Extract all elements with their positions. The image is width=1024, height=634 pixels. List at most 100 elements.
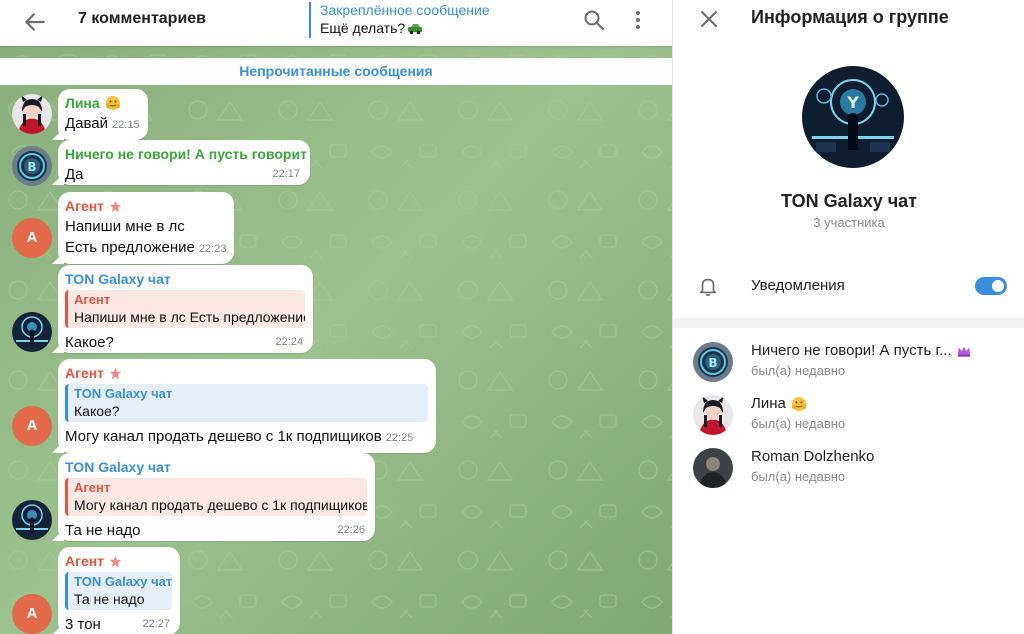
svg-text:Y: Y xyxy=(846,93,859,112)
member-name: Ничего не говори! А пусть г... xyxy=(751,342,971,359)
message-bubble[interactable]: TON Galaxy чат Агент Могу канал продать … xyxy=(58,453,375,541)
coin-avatar-image xyxy=(693,342,733,382)
close-icon[interactable] xyxy=(697,7,721,31)
hug-emoji-icon xyxy=(791,396,807,412)
sender-name-text: Лина xyxy=(65,95,100,111)
reply-text: Могу канал продать дешево с 1к подпищико… xyxy=(74,497,367,513)
avatar xyxy=(693,342,733,382)
message-text: Та не надо xyxy=(65,522,141,539)
message-time: 22:17 xyxy=(272,168,300,180)
message-time: 22:25 xyxy=(385,432,414,444)
reply-quote[interactable]: TON Galaxy чат Та не надо xyxy=(65,572,172,610)
back-arrow-icon[interactable] xyxy=(22,9,48,35)
reply-quote[interactable]: Агент Могу канал продать дешево с 1к под… xyxy=(65,478,367,516)
message-bubble[interactable]: Агент TON Galaxy чат Какое? Могу канал п… xyxy=(58,359,436,453)
message-bubble[interactable]: TON Galaxy чат Агент Напиши мне в лс Ест… xyxy=(58,265,313,353)
comments-count-title: 7 комментариев xyxy=(78,10,207,27)
sender-name-text: Ничего не говори! А пусть говорит xyxy=(65,146,307,162)
more-vertical-icon[interactable] xyxy=(626,8,650,32)
sender-name[interactable]: TON Galaxy чат xyxy=(65,457,367,477)
avatar[interactable] xyxy=(12,94,52,134)
sender-name[interactable]: Агент xyxy=(65,363,428,383)
notifications-label: Уведомления xyxy=(751,277,845,294)
members-count: 3 участника xyxy=(813,215,885,230)
sender-name[interactable]: Лина xyxy=(65,93,140,113)
group-avatar[interactable]: Y xyxy=(802,66,904,168)
message-text: Да xyxy=(65,166,84,183)
avatar[interactable]: A xyxy=(12,218,52,258)
section-divider xyxy=(673,318,1024,328)
message-bubble[interactable]: Лина Давай 22:15 xyxy=(58,89,148,140)
reply-author: TON Galaxy чат xyxy=(74,574,172,589)
sender-name[interactable]: Ничего не говори! А пусть говорит xyxy=(65,144,307,164)
avatar xyxy=(693,395,733,435)
message-bubble[interactable]: Агент Напиши мне в лс Есть предложение 22… xyxy=(58,192,235,264)
notifications-row[interactable]: Уведомления xyxy=(673,266,1024,306)
pinned-message[interactable]: Закреплённое сообщение Ещё делать? xyxy=(309,2,559,38)
pinned-message-body: Ещё делать? xyxy=(320,20,406,36)
coin-avatar-image xyxy=(12,146,52,186)
reply-quote[interactable]: TON Galaxy чат Какое? xyxy=(65,384,428,422)
message-body: Есть предложение xyxy=(65,239,195,256)
sender-name-text: Агент xyxy=(65,198,105,214)
message-text: Давай 22:15 xyxy=(65,113,140,136)
member-item[interactable]: Roman Dolzhenko был(а) недавно xyxy=(673,442,1024,494)
sender-name[interactable]: Агент xyxy=(65,551,172,571)
search-icon[interactable] xyxy=(582,8,606,32)
member-status: был(а) недавно xyxy=(751,469,846,484)
avatar[interactable] xyxy=(12,312,52,352)
message-text-line: Напиши мне в лс xyxy=(65,218,185,235)
chat-pane: 7 комментариев Закреплённое сообщение Ещ… xyxy=(0,0,672,634)
message-body: Могу канал продать дешево с 1к подпищико… xyxy=(65,428,382,445)
star-emoji-icon xyxy=(109,555,122,568)
group-name: TON Galaxy чат xyxy=(781,191,917,211)
message-time: 22:24 xyxy=(275,336,303,348)
ton-galaxy-avatar-image xyxy=(12,312,52,352)
reply-text: Какое? xyxy=(74,403,120,419)
member-item[interactable]: Лина был(а) недавно xyxy=(673,389,1024,441)
avatar[interactable] xyxy=(12,500,52,540)
group-avatar-image: Y xyxy=(802,66,904,168)
sender-name[interactable]: Агент xyxy=(65,196,226,216)
avatar xyxy=(693,448,733,488)
notifications-toggle[interactable] xyxy=(975,277,1007,295)
hug-emoji-icon xyxy=(105,95,121,111)
message-time: 22:23 xyxy=(198,243,227,255)
message-text: Какое? xyxy=(65,334,114,351)
sender-name[interactable]: TON Galaxy чат xyxy=(65,269,305,289)
reply-author: TON Galaxy чат xyxy=(74,386,173,401)
lina-avatar-image xyxy=(693,395,733,435)
panel-title: Информация о группе xyxy=(751,7,949,27)
member-name-text: Ничего не говори! А пусть г... xyxy=(751,342,952,359)
reply-text: Та не надо xyxy=(74,591,145,607)
member-status: был(а) недавно xyxy=(751,416,846,431)
reply-author: Агент xyxy=(74,292,111,307)
message-bubble[interactable]: Ничего не говори! А пусть говорит Да 22:… xyxy=(58,140,310,185)
group-info-panel: Информация о группе Y TON Galaxy чат 3 у… xyxy=(672,0,1024,634)
message-bubble[interactable]: Агент TON Galaxy чат Та не надо 3 тон 22… xyxy=(58,547,180,634)
car-emoji-icon xyxy=(407,20,423,36)
avatar[interactable]: A xyxy=(12,406,52,446)
message-text: Могу канал продать дешево с 1к подпищико… xyxy=(65,426,428,449)
member-item[interactable]: Ничего не говори! А пусть г... был(а) не… xyxy=(673,336,1024,388)
reply-quote[interactable]: Агент Напиши мне в лс Есть предложение xyxy=(65,290,305,328)
chat-header: 7 комментариев Закреплённое сообщение Ещ… xyxy=(0,0,672,46)
member-name: Roman Dolzhenko xyxy=(751,448,875,465)
toggle-knob xyxy=(990,278,1006,294)
crown-emoji-icon xyxy=(957,344,971,358)
star-emoji-icon xyxy=(109,367,122,380)
reply-author: Агент xyxy=(74,480,111,495)
message-time: 22:27 xyxy=(142,618,170,630)
reply-text: Напиши мне в лс Есть предложение xyxy=(74,309,305,325)
avatar[interactable]: A xyxy=(12,594,52,634)
message-time: 22:26 xyxy=(337,524,365,536)
avatar[interactable] xyxy=(12,146,52,186)
sender-name-text: Агент xyxy=(65,365,105,381)
star-emoji-icon xyxy=(109,200,122,213)
pinned-message-text: Ещё делать? xyxy=(320,19,559,37)
unread-messages-divider: Непрочитанные сообщения xyxy=(0,58,672,85)
lina-avatar-image xyxy=(12,94,52,134)
sender-name-text: Агент xyxy=(65,553,105,569)
message-text: Есть предложение 22:23 xyxy=(65,237,226,260)
member-name-text: Лина xyxy=(751,395,786,412)
